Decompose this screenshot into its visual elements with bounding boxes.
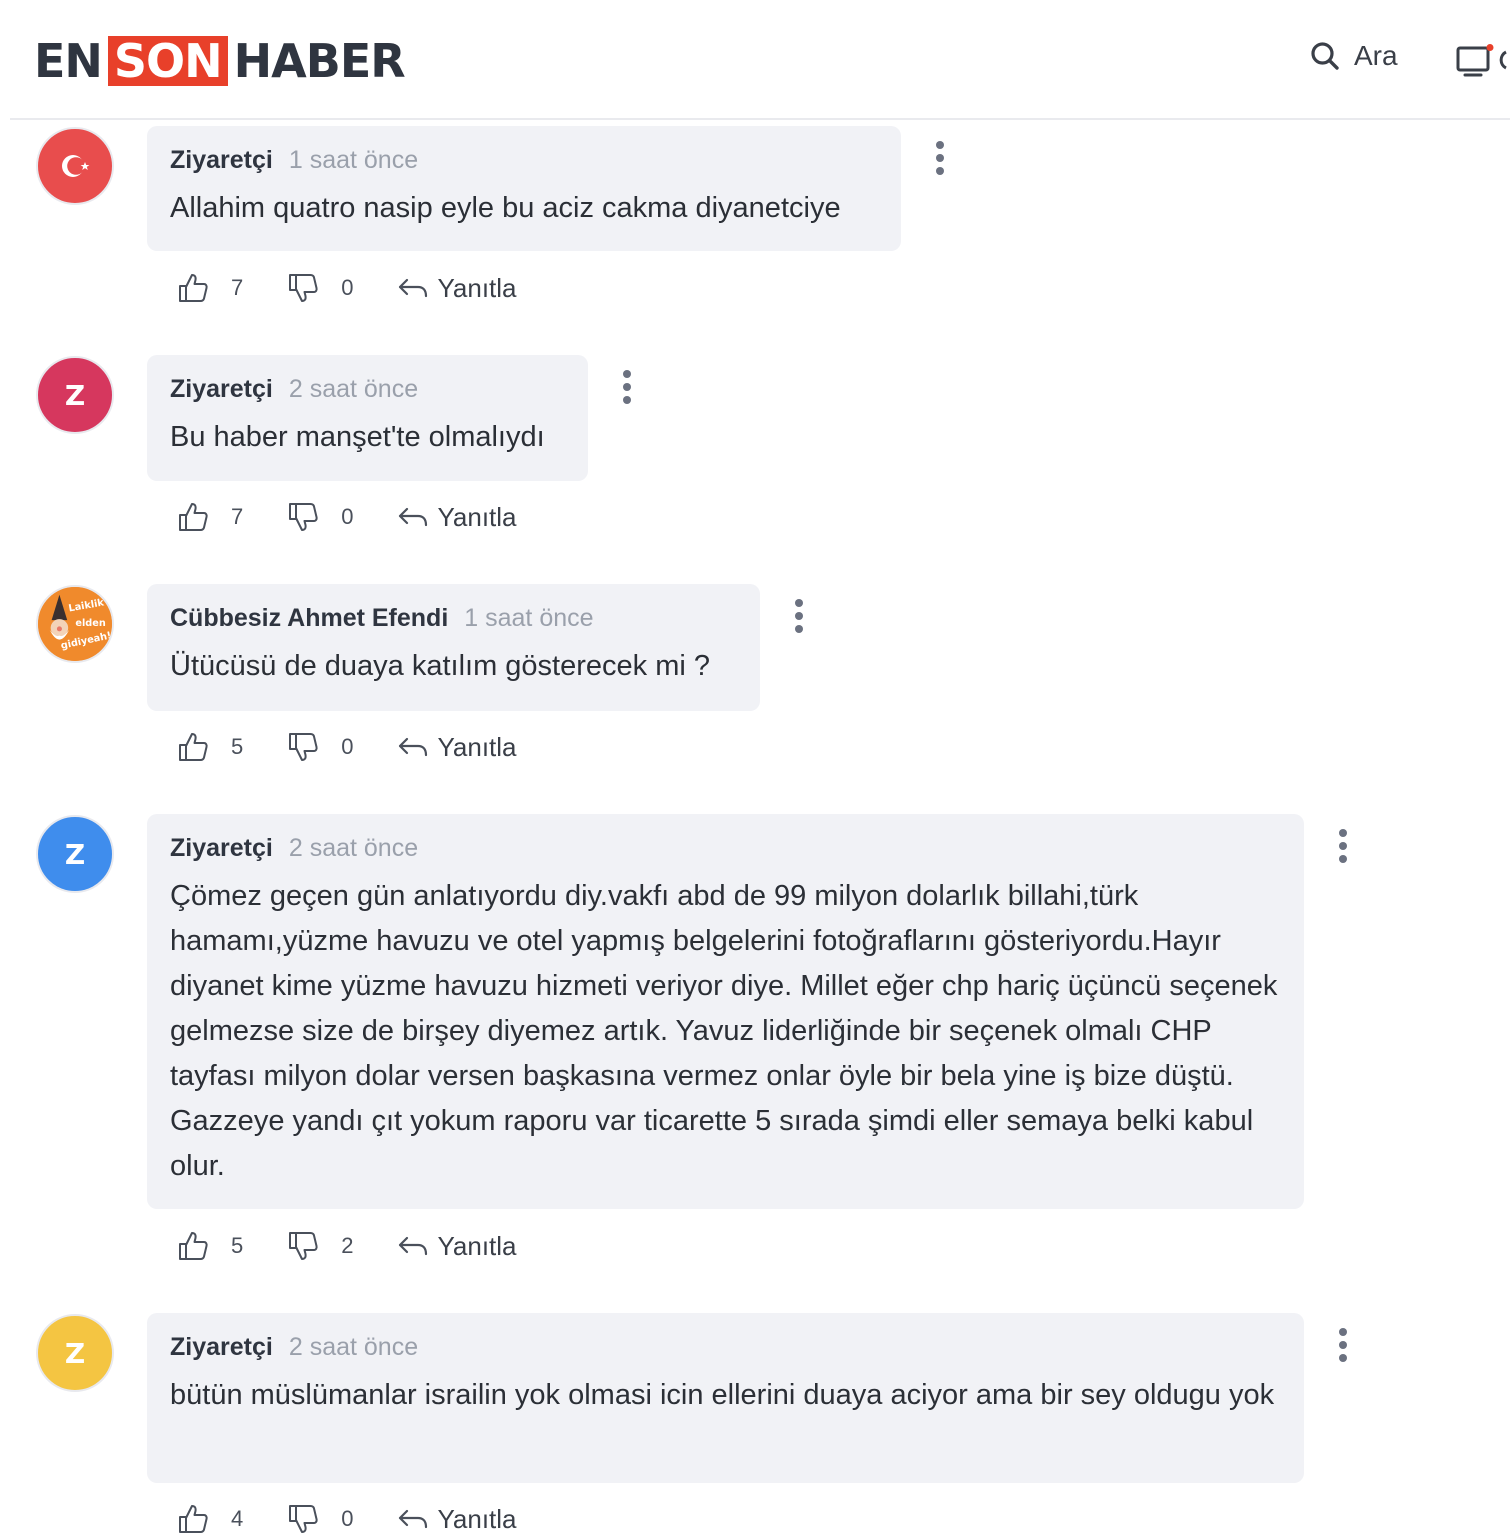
avatar-letter: Z — [64, 837, 86, 871]
logo-part-en: EN — [34, 34, 103, 88]
reply-arrow-icon — [398, 278, 427, 298]
like-button[interactable]: 7 — [177, 501, 243, 533]
comment-bubble: Ziyaretçi 1 saat önce Allahim quatro nas… — [147, 126, 901, 251]
more-options-icon[interactable] — [794, 599, 804, 633]
reply-button[interactable]: Yanıtla — [398, 1504, 517, 1535]
like-count: 4 — [231, 1506, 244, 1531]
thumbs-up-icon — [179, 733, 208, 761]
reply-arrow-icon — [398, 737, 427, 757]
dislike-count: 0 — [341, 734, 354, 759]
comment-text: Çömez geçen gün anlatıyordu diy.vakfı ab… — [170, 880, 1278, 1182]
like-count: 7 — [231, 275, 244, 300]
like-button[interactable]: 4 — [177, 1503, 243, 1535]
comment-time: 1 saat önce — [464, 604, 594, 632]
more-options-icon[interactable] — [1338, 829, 1348, 863]
dislike-button[interactable]: 2 — [287, 1230, 354, 1262]
reply-button[interactable]: Yanıtla — [398, 732, 517, 763]
search-icon — [1311, 42, 1339, 70]
reply-button[interactable]: Yanıtla — [398, 273, 517, 304]
site-header: EN SON HABER Ara — [10, 0, 1510, 120]
avatar: Z — [36, 815, 114, 893]
comment-author[interactable]: Ziyaretçi — [170, 1333, 273, 1362]
avatar: Z — [36, 356, 114, 434]
thumbs-down-icon — [289, 274, 318, 302]
comment-actions: 7 0 Yanıtla — [177, 271, 517, 305]
reply-arrow-icon — [398, 1509, 427, 1529]
comment-actions: 7 0 Yanıtla — [177, 500, 517, 534]
avatar-letter: Z — [64, 378, 86, 412]
dislike-count: 0 — [341, 504, 354, 529]
logo-part-haber: HABER — [233, 34, 406, 88]
comment-author[interactable]: Cübbesiz Ahmet Efendi — [170, 604, 448, 633]
comment-text: Ütücüsü de duaya katılım gösterecek mi ? — [170, 650, 710, 682]
thumbs-up-icon — [179, 503, 208, 531]
comment-actions: 4 0 Yanıtla — [177, 1502, 517, 1536]
site-logo[interactable]: EN SON HABER — [34, 34, 406, 88]
comment-author[interactable]: Ziyaretçi — [170, 375, 273, 404]
thumbs-down-icon — [289, 733, 318, 761]
like-button[interactable]: 5 — [177, 731, 243, 763]
tv-icon[interactable] — [1456, 44, 1510, 78]
dislike-count: 0 — [341, 275, 354, 300]
comment-actions: 5 2 Yanıtla — [177, 1229, 517, 1263]
reply-label: Yanıtla — [437, 1230, 517, 1261]
dislike-count: 0 — [341, 1506, 354, 1531]
avatar — [36, 127, 114, 205]
dislike-button[interactable]: 0 — [287, 501, 354, 533]
reply-label: Yanıtla — [437, 731, 517, 762]
thumbs-up-icon — [179, 1505, 208, 1533]
more-options-icon[interactable] — [935, 141, 945, 175]
thumbs-down-icon — [289, 1505, 318, 1533]
dislike-button[interactable]: 0 — [287, 731, 354, 763]
like-count: 5 — [231, 734, 244, 759]
comment-author[interactable]: Ziyaretçi — [170, 146, 273, 175]
reply-arrow-icon — [398, 1236, 427, 1256]
comment-text: Bu haber manşet'te olmalıydı — [170, 421, 545, 453]
logo-part-son: SON — [107, 36, 228, 86]
thumbs-up-icon — [179, 274, 208, 302]
more-options-icon[interactable] — [1338, 1328, 1348, 1362]
dislike-button[interactable]: 0 — [287, 1503, 354, 1535]
search-label: Ara — [1354, 40, 1398, 71]
dislike-count: 2 — [341, 1233, 354, 1258]
comment-time: 2 saat önce — [288, 375, 419, 403]
comment-time: 2 saat önce — [288, 1333, 419, 1361]
comment-bubble: Ziyaretçi 2 saat önce Bu haber manşet'te… — [147, 355, 588, 481]
thumbs-down-icon — [289, 503, 318, 531]
comment-text: Allahim quatro nasip eyle bu aciz cakma … — [170, 192, 841, 224]
avatar: Laiklik elden gidiyeah! — [36, 585, 114, 663]
svg-text:elden: elden — [75, 618, 105, 629]
comment-actions: 5 0 Yanıtla — [177, 730, 517, 764]
comment-bubble: Ziyaretçi 2 saat önce Çömez geçen gün an… — [147, 814, 1304, 1209]
search-button[interactable]: Ara — [1310, 40, 1398, 72]
reply-arrow-icon — [398, 507, 427, 527]
comment-text: bütün müslümanlar israilin yok olmasi ic… — [170, 1379, 1275, 1411]
reply-label: Yanıtla — [437, 501, 517, 532]
comment-author[interactable]: Ziyaretçi — [170, 834, 273, 863]
comment-bubble: Ziyaretçi 2 saat önce bütün müslümanlar … — [147, 1313, 1304, 1483]
reply-label: Yanıtla — [437, 1503, 517, 1534]
reply-button[interactable]: Yanıtla — [398, 1231, 517, 1262]
thumbs-up-icon — [179, 1232, 208, 1260]
like-count: 5 — [231, 1233, 244, 1258]
like-button[interactable]: 7 — [177, 272, 243, 304]
avatar-letter: Z — [64, 1336, 86, 1370]
gnome-badge-image: Laiklik elden gidiyeah! — [38, 587, 112, 661]
turkish-flag-icon — [62, 155, 90, 177]
comment-time: 1 saat önce — [288, 146, 419, 174]
dislike-button[interactable]: 0 — [287, 272, 354, 304]
thumbs-down-icon — [289, 1232, 318, 1260]
comment-time: 2 saat önce — [288, 834, 419, 862]
avatar: Z — [36, 1314, 114, 1392]
like-button[interactable]: 5 — [177, 1230, 243, 1262]
more-options-icon[interactable] — [622, 370, 632, 404]
reply-label: Yanıtla — [437, 272, 517, 303]
comment-bubble: Cübbesiz Ahmet Efendi 1 saat önce Ütücüs… — [147, 584, 760, 711]
like-count: 7 — [231, 504, 244, 529]
reply-button[interactable]: Yanıtla — [398, 502, 517, 533]
